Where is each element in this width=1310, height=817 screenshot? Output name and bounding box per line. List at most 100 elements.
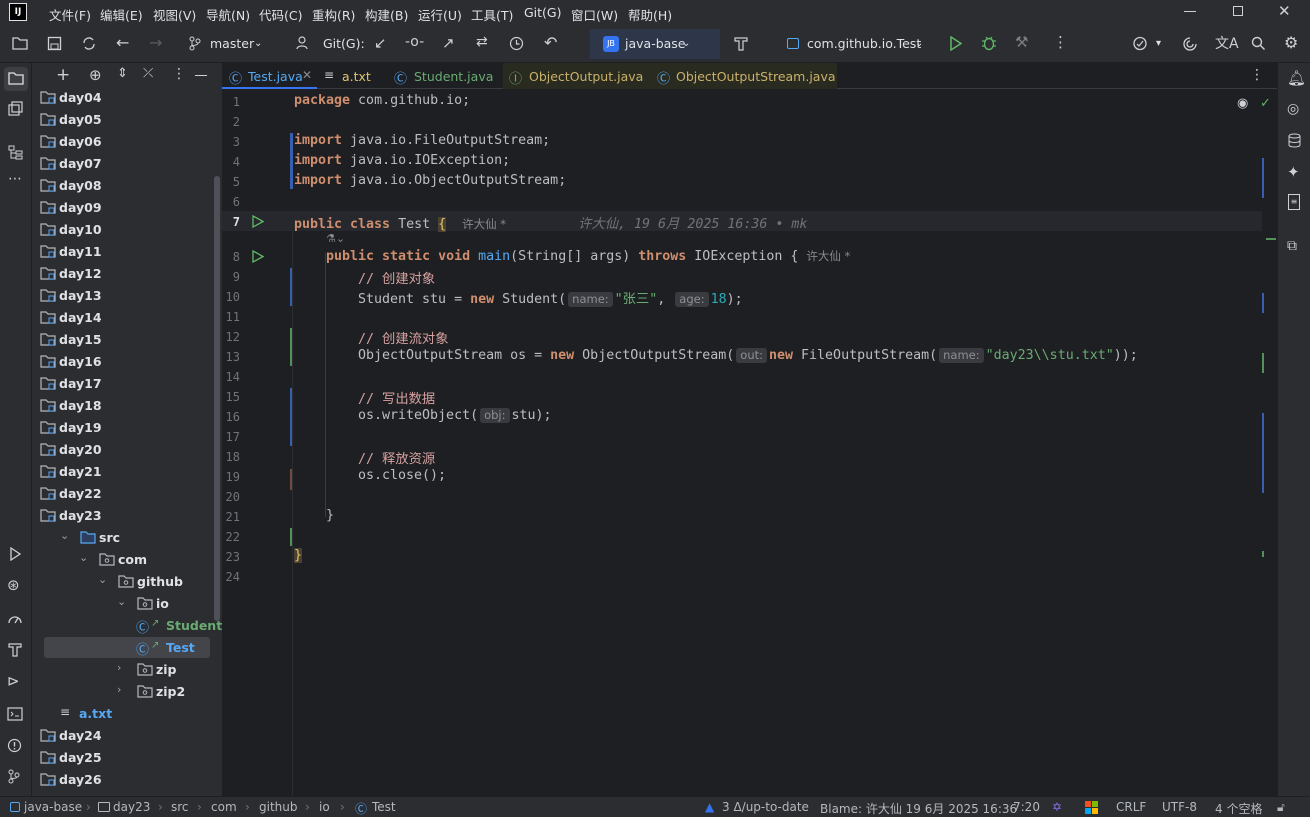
code-line-10[interactable]: Student stu = new Student(name: "张三", age…: [358, 288, 743, 307]
tree-item-a-txt[interactable]: ≡ a.txt: [32, 703, 222, 725]
line-number[interactable]: 11: [222, 310, 240, 324]
tree-item-io[interactable]: ⌄ io: [32, 593, 222, 615]
plugin-icon[interactable]: ✡: [1052, 800, 1062, 814]
tab-objectoutput-java[interactable]: Ⓘ ObjectOutput.java: [503, 63, 651, 89]
line-number[interactable]: 15: [222, 390, 240, 404]
close-tab-icon[interactable]: ✕: [302, 68, 312, 82]
build-tool-icon[interactable]: [8, 642, 22, 657]
copilot-icon[interactable]: [1182, 36, 1198, 51]
line-number[interactable]: 17: [222, 430, 240, 444]
add-icon[interactable]: +: [56, 65, 70, 85]
debug-icon[interactable]: [981, 35, 997, 51]
menu-git[interactable]: Git(G): [524, 5, 562, 20]
open-folder-icon[interactable]: [12, 36, 28, 50]
chevron-down-icon[interactable]: ⌄: [98, 573, 107, 586]
tree-item-day06[interactable]: day06: [32, 131, 222, 153]
chevron-down-icon[interactable]: ⌄: [60, 529, 69, 542]
breadcrumb-project[interactable]: java-base: [24, 800, 82, 814]
line-number[interactable]: 19: [222, 470, 240, 484]
code-line-7[interactable]: public class Test { 许大仙 * 许大仙, 19 6月 202…: [294, 213, 807, 232]
tree-item-day11[interactable]: day11: [32, 241, 222, 263]
tree-item-day21[interactable]: day21: [32, 461, 222, 483]
code-line-8[interactable]: public static void main(String[] args) t…: [326, 248, 850, 264]
user-icon[interactable]: [295, 35, 310, 51]
gear-icon[interactable]: ⚙: [1284, 33, 1298, 52]
tree-item-zip[interactable]: › zip: [32, 659, 222, 681]
code-line-18[interactable]: // 释放资源: [358, 448, 435, 467]
terminal-icon[interactable]: [7, 707, 23, 721]
line-number[interactable]: 14: [222, 370, 240, 384]
run-gutter-icon[interactable]: [252, 250, 264, 263]
tree-item-day20[interactable]: day20: [32, 439, 222, 461]
menu-file[interactable]: 文件(F): [49, 5, 91, 24]
push-icon[interactable]: ↗: [442, 34, 455, 52]
breadcrumb-day23[interactable]: day23: [113, 800, 150, 814]
history-icon[interactable]: [509, 36, 524, 51]
chevron-right-icon[interactable]: ›: [117, 661, 121, 674]
chevron-down-icon[interactable]: ⌄: [117, 595, 126, 608]
tree-item-student[interactable]: ↗ Ⓒ Student: [32, 615, 222, 637]
tree-item-zip2[interactable]: › zip2: [32, 681, 222, 703]
tree-item-day08[interactable]: day08: [32, 175, 222, 197]
code-line-15[interactable]: // 写出数据: [358, 388, 435, 407]
tree-item-day18[interactable]: day18: [32, 395, 222, 417]
run-icon[interactable]: [949, 36, 962, 51]
line-number[interactable]: 18: [222, 450, 240, 464]
translate-icon[interactable]: 文A: [1215, 33, 1239, 53]
menu-code[interactable]: 代码(C): [259, 5, 302, 24]
line-number[interactable]: 7: [222, 215, 240, 229]
menu-window[interactable]: 窗口(W): [571, 5, 618, 24]
code-line-16[interactable]: os.writeObject(obj: stu);: [358, 408, 552, 423]
structure-icon[interactable]: [8, 145, 23, 160]
tree-item-day09[interactable]: day09: [32, 197, 222, 219]
tree-item-test[interactable]: ↗ Ⓒ Test: [32, 637, 222, 659]
line-number[interactable]: 6: [222, 195, 240, 209]
line-number[interactable]: 5: [222, 175, 240, 189]
run-tool-icon[interactable]: [9, 547, 22, 561]
menu-refactor[interactable]: 重构(R): [312, 5, 355, 24]
line-number[interactable]: 16: [222, 410, 240, 424]
tree-item-day14[interactable]: day14: [32, 307, 222, 329]
tree-item-day22[interactable]: day22: [32, 483, 222, 505]
breadcrumb-src[interactable]: src: [171, 800, 189, 814]
line-number[interactable]: 10: [222, 290, 240, 304]
caret-position[interactable]: 7:20: [1013, 800, 1040, 814]
menu-navigate[interactable]: 导航(N): [206, 5, 250, 24]
database-icon[interactable]: [1288, 133, 1301, 148]
eye-icon[interactable]: ◉: [1237, 96, 1248, 111]
indent-setting[interactable]: 4 个空格: [1215, 800, 1262, 817]
line-separator[interactable]: CRLF: [1116, 800, 1146, 814]
code-line-9[interactable]: // 创建对象: [358, 268, 435, 287]
line-number[interactable]: 20: [222, 490, 240, 504]
tree-item-day10[interactable]: day10: [32, 219, 222, 241]
windows-icon[interactable]: [1085, 801, 1099, 815]
code-line-21[interactable]: }: [326, 508, 334, 523]
branch-selector[interactable]: master: [210, 36, 254, 51]
line-number[interactable]: 21: [222, 510, 240, 524]
locate-icon[interactable]: ⊕: [89, 66, 102, 84]
more-tools-icon[interactable]: ⋯: [8, 171, 22, 187]
tab-objectoutputstream-java[interactable]: Ⓒ ObjectOutputStream.java: [651, 63, 837, 89]
blame-status[interactable]: Blame: 许大仙 19 6月 2025 16:36: [820, 800, 1017, 817]
tree-item-day19[interactable]: day19: [32, 417, 222, 439]
code-line-4[interactable]: import java.io.IOException;: [294, 153, 510, 168]
tree-item-src[interactable]: ⌄ src: [32, 527, 222, 549]
expand-all-icon[interactable]: ⇕: [117, 66, 128, 81]
line-number[interactable]: 4: [222, 155, 240, 169]
gradle-icon[interactable]: ✦: [1287, 163, 1300, 181]
tree-item-day16[interactable]: day16: [32, 351, 222, 373]
hide-panel-icon[interactable]: [195, 75, 207, 76]
line-number[interactable]: 3: [222, 135, 240, 149]
app-logo[interactable]: IJ: [9, 3, 27, 21]
menu-edit[interactable]: 编辑(E): [100, 5, 143, 24]
breadcrumb-com[interactable]: com: [211, 800, 237, 814]
sync-icon[interactable]: [81, 36, 97, 51]
line-number[interactable]: 22: [222, 530, 240, 544]
run-config-selector[interactable]: com.github.io.Test: [807, 36, 921, 51]
maven-icon[interactable]: ≡: [1288, 194, 1300, 210]
tree-item-day05[interactable]: day05: [32, 109, 222, 131]
debug-tool-icon[interactable]: ⊳: [7, 672, 20, 690]
ai-hint-icon[interactable]: ⚗⌄: [326, 232, 345, 245]
tabs-menu-icon[interactable]: ⋮: [1250, 67, 1264, 83]
build-icon[interactable]: [734, 36, 748, 51]
